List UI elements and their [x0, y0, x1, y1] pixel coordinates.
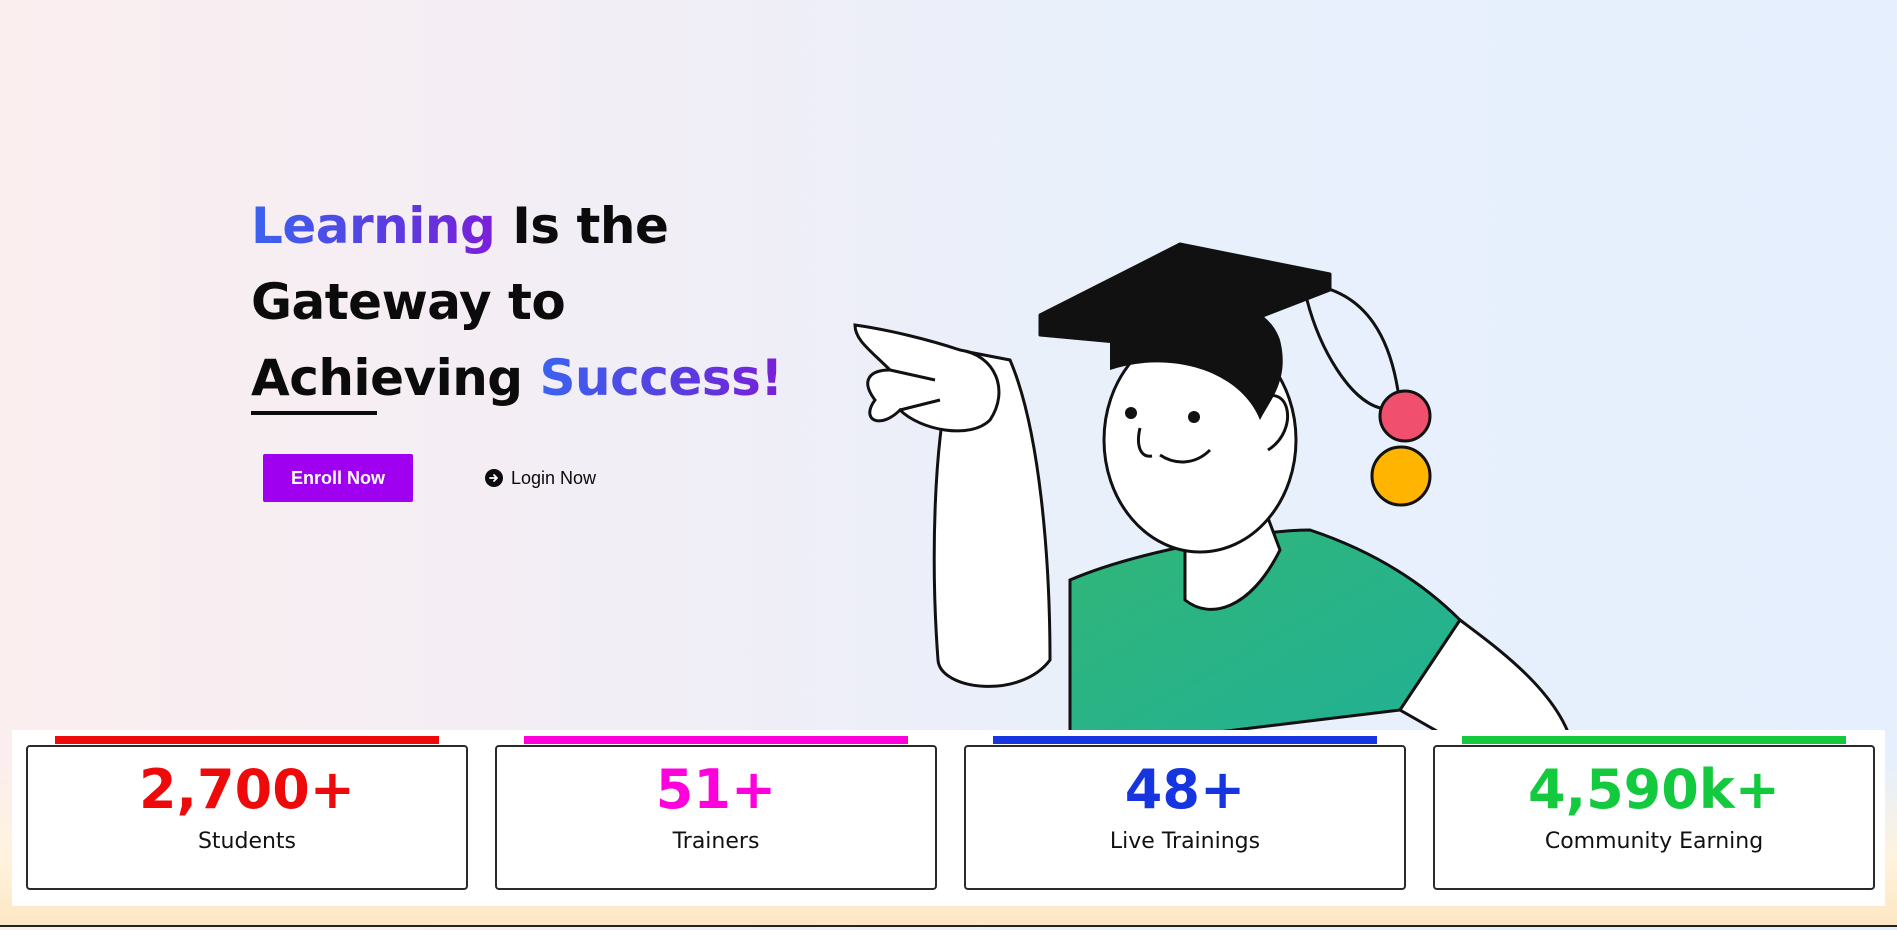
headline-highlight-learning: Learning [251, 197, 496, 255]
stat-accent-bar [1462, 736, 1846, 744]
stat-accent-bar [993, 736, 1377, 744]
stat-card-students: 2,700+ Students [26, 745, 468, 890]
login-now-link[interactable]: Login Now [485, 462, 596, 494]
headline-underline [251, 411, 377, 415]
stat-card-community-earning: 4,590k+ Community Earning [1433, 745, 1875, 890]
stat-value: 2,700+ [138, 758, 356, 821]
yellow-ball [1370, 445, 1432, 507]
headline-line-1: Learning Is the [251, 188, 811, 264]
headline-text: Achieving [251, 349, 540, 407]
stat-accent-bar [524, 736, 908, 744]
graduation-cap-icon [1038, 242, 1332, 350]
red-ball [1378, 389, 1432, 443]
stat-value: 48+ [1124, 758, 1246, 821]
stats-section: 2,700+ Students 51+ Trainers 48+ Live Tr… [12, 730, 1885, 906]
headline-text: Is the [495, 197, 669, 255]
headline-line-2: Gateway to [251, 273, 566, 331]
stat-accent-bar [55, 736, 439, 744]
stat-label: Live Trainings [1109, 829, 1261, 854]
hero-headline: Learning Is the Gateway to Achieving Suc… [251, 188, 811, 416]
stat-value: 4,590k+ [1528, 758, 1780, 821]
stat-label: Students [197, 829, 297, 854]
stat-label: Community Earning [1544, 829, 1764, 854]
arrow-right-circle-icon [485, 469, 503, 487]
login-now-label: Login Now [511, 467, 597, 488]
stat-card-trainers: 51+ Trainers [495, 745, 937, 890]
headline-highlight-success: Success! [539, 349, 784, 407]
stat-label: Trainers [672, 829, 760, 854]
stat-value: 51+ [655, 758, 777, 821]
stat-card-live-trainings: 48+ Live Trainings [964, 745, 1406, 890]
enroll-now-button[interactable]: Enroll Now [263, 454, 413, 502]
headline-line-3: Achieving Success! [251, 340, 811, 416]
